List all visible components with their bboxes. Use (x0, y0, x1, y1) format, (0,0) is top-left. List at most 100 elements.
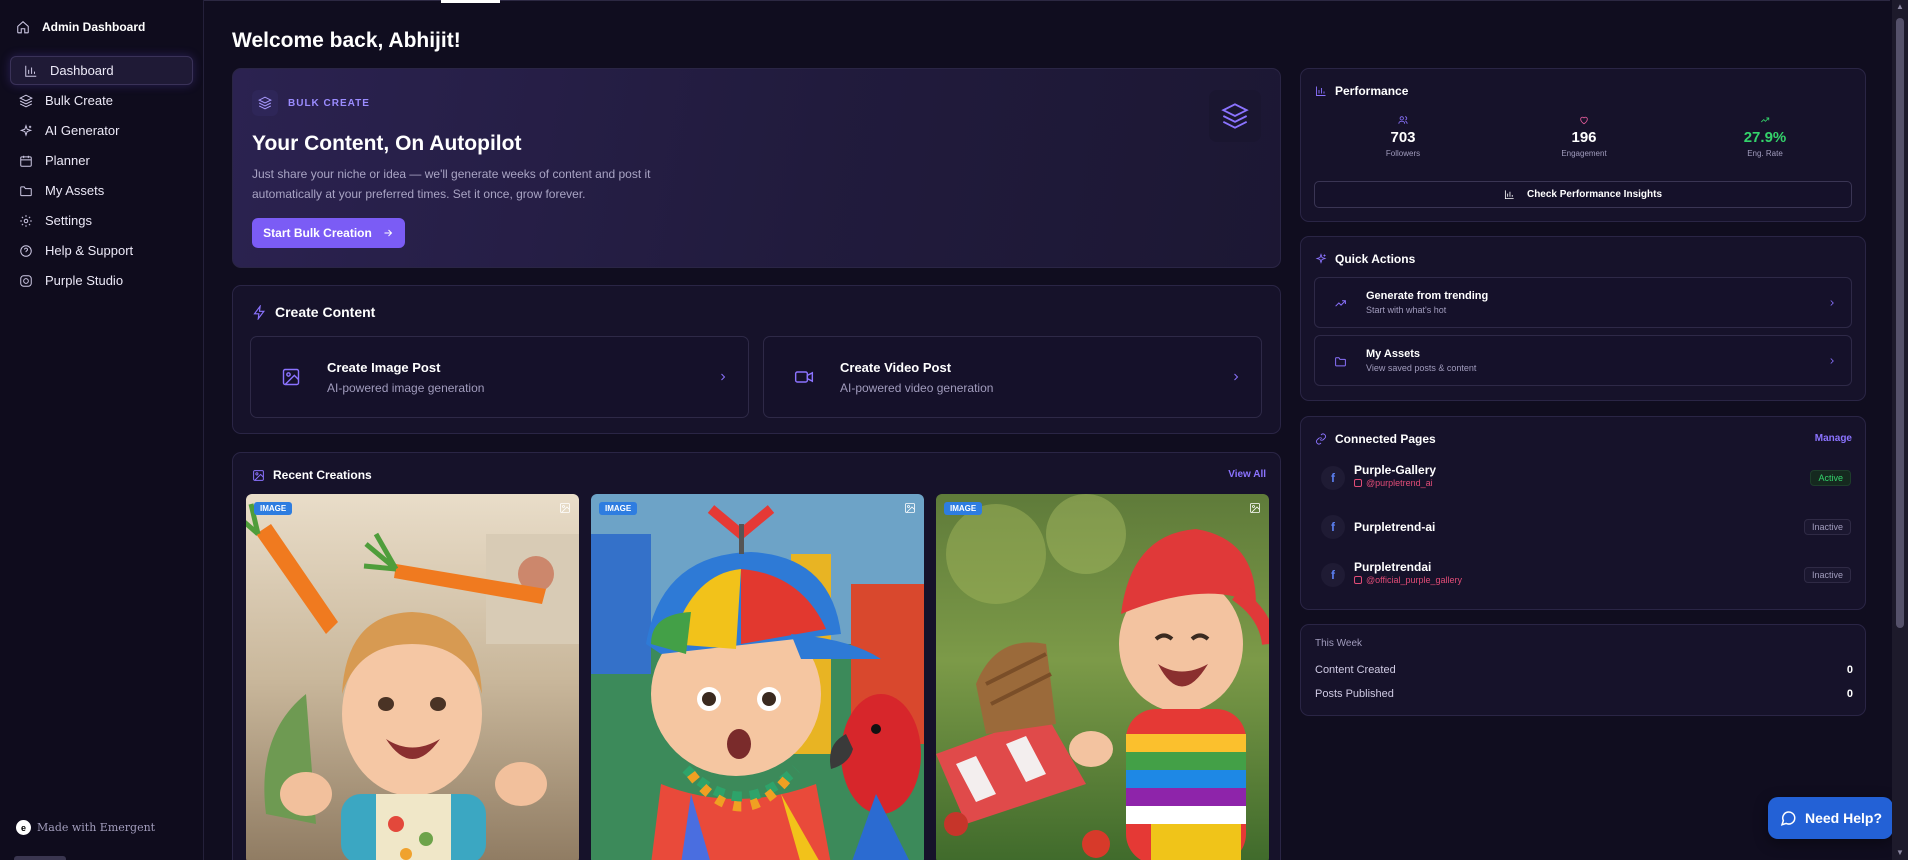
status-badge: Inactive (1803, 519, 1851, 535)
create-video-post-title: Create Video Post (840, 360, 952, 375)
folder-icon (20, 185, 32, 196)
performance-title: Performance (1335, 84, 1409, 98)
recent-creations-header: Recent Creations (252, 468, 372, 482)
sidebar-item-label: Planner (45, 153, 90, 168)
start-bulk-creation-button[interactable]: Start Bulk Creation (252, 218, 405, 248)
arrow-right-icon (384, 229, 393, 237)
sidebar-item-planner[interactable]: Planner (10, 146, 193, 175)
help-circle-icon (20, 244, 32, 257)
instagram-icon (1354, 479, 1362, 487)
page-scrollbar[interactable]: ▲ ▼ (1892, 0, 1908, 860)
instagram-handle-text: @official_purple_gallery (1366, 575, 1463, 585)
create-image-post-card[interactable]: Create Image Post AI-powered image gener… (250, 336, 749, 418)
engagement-rate-stat: 27.9% Eng. Rate (1705, 115, 1825, 158)
users-icon (1398, 116, 1408, 124)
sidebar-item-my-assets[interactable]: My Assets (10, 176, 193, 205)
image-icon (253, 469, 264, 481)
quick-actions-panel: Quick Actions Generate from trending Sta… (1300, 236, 1866, 401)
engagement-stat: 196 Engagement (1524, 115, 1644, 158)
instagram-handle-text: @purpletrend_ai (1366, 478, 1433, 488)
recent-creation-thumbnail[interactable]: IMAGE (591, 494, 924, 860)
gear-icon (20, 214, 32, 227)
brand[interactable]: Admin Dashboard (0, 0, 203, 54)
media-type-badge: IMAGE (599, 502, 638, 515)
sidebar-item-purple-studio[interactable]: Purple Studio (10, 266, 193, 295)
sidebar-item-dashboard[interactable]: Dashboard (10, 56, 193, 85)
create-image-post-subtitle: AI-powered image generation (327, 381, 485, 395)
connected-pages-title: Connected Pages (1335, 432, 1436, 446)
generate-from-trending-action[interactable]: Generate from trending Start with what's… (1314, 277, 1852, 328)
recent-creation-thumbnail[interactable]: IMAGE (936, 494, 1269, 860)
sidebar-item-label: Help & Support (45, 243, 134, 258)
my-assets-subtitle: View saved posts & content (1366, 363, 1477, 373)
sidebar-item-label: My Assets (45, 183, 105, 198)
emergent-logo-icon: e (16, 820, 31, 835)
page-name: Purpletrendai (1354, 560, 1432, 574)
image-icon (560, 503, 570, 513)
connected-pages-header: Connected Pages (1315, 432, 1436, 446)
sidebar: Admin Dashboard Dashboard Bulk Create AI… (0, 0, 204, 860)
posts-published-label: Posts Published (1315, 688, 1394, 700)
hero-badge: BULK CREATE (252, 90, 370, 116)
connected-page-row[interactable]: f Purpletrend-ai Inactive (1321, 509, 1851, 545)
performance-header: Performance (1315, 84, 1408, 98)
instagram-handle: @official_purple_gallery (1354, 575, 1462, 585)
engagement-value: 196 (1571, 129, 1597, 146)
chevron-right-icon (1830, 300, 1834, 306)
quick-actions-header: Quick Actions (1315, 252, 1415, 266)
image-icon (905, 503, 915, 513)
recent-creation-thumbnail[interactable]: IMAGE (246, 494, 579, 860)
sidebar-item-help-support[interactable]: Help & Support (10, 236, 193, 265)
hero-badge-icon-box (252, 90, 278, 116)
connected-page-row[interactable]: f Purple-Gallery @purpletrend_ai Active (1321, 460, 1851, 496)
check-performance-insights-label: Check Performance Insights (1526, 189, 1663, 200)
check-performance-insights-button[interactable]: Check Performance Insights (1314, 181, 1852, 208)
hero-description: Just share your niche or idea — we'll ge… (252, 167, 651, 201)
sidebar-item-ai-generator[interactable]: AI Generator (10, 116, 193, 145)
scrollbar-thumb[interactable] (1896, 18, 1904, 628)
video-icon (794, 371, 814, 383)
layers-icon (19, 94, 33, 107)
create-video-post-card[interactable]: Create Video Post AI-powered video gener… (763, 336, 1262, 418)
this-week-title: This Week (1315, 638, 1363, 649)
create-content-panel: Create Content Create Image Post AI-powe… (232, 285, 1281, 434)
engagement-label: Engagement (1561, 149, 1607, 158)
view-all-link[interactable]: View All (1228, 469, 1266, 480)
followers-value: 703 (1390, 129, 1416, 146)
followers-label: Followers (1385, 149, 1421, 158)
sidebar-item-label: Purple Studio (45, 273, 124, 288)
need-help-label: Need Help? (1804, 810, 1882, 826)
sidebar-item-label: AI Generator (45, 123, 120, 138)
instagram-handle: @purpletrend_ai (1354, 478, 1433, 488)
scroll-up-icon[interactable]: ▲ (1895, 2, 1905, 12)
generate-from-trending-subtitle: Start with what's hot (1366, 305, 1447, 315)
recent-creations-panel: Recent Creations View All IMAGE IMAGE IM… (232, 452, 1281, 860)
bar-chart-icon (1316, 86, 1326, 96)
made-with-badge[interactable]: e Made with Emergent (16, 820, 155, 835)
media-type-badge: IMAGE (254, 502, 293, 515)
need-help-button[interactable]: Need Help? (1768, 797, 1893, 839)
quick-actions-title: Quick Actions (1335, 252, 1416, 266)
brand-title: Admin Dashboard (42, 20, 146, 34)
recent-creations-title: Recent Creations (273, 468, 372, 482)
content-created-value: 0 (1846, 664, 1853, 676)
manage-pages-link[interactable]: Manage (1815, 433, 1852, 444)
page-name: Purple-Gallery (1354, 463, 1437, 477)
sidebar-item-bulk-create[interactable]: Bulk Create (10, 86, 193, 115)
my-assets-title: My Assets (1366, 348, 1421, 360)
sidebar-item-label: Settings (45, 213, 92, 228)
facebook-icon: f (1321, 466, 1345, 490)
lightning-icon (253, 304, 265, 320)
connected-page-row[interactable]: f Purpletrendai @official_purple_gallery… (1321, 557, 1851, 593)
create-content-header: Create Content (252, 304, 375, 320)
facebook-icon: f (1321, 563, 1345, 587)
sidebar-item-settings[interactable]: Settings (10, 206, 193, 235)
sidebar-item-label: Bulk Create (45, 93, 113, 108)
scroll-down-icon[interactable]: ▼ (1895, 848, 1905, 858)
active-tab-indicator (441, 0, 500, 3)
content-created-label: Content Created (1315, 664, 1396, 676)
my-assets-action[interactable]: My Assets View saved posts & content (1314, 335, 1852, 386)
sparkles-icon (19, 123, 33, 137)
instagram-icon (20, 274, 32, 287)
sparkles-icon (1315, 253, 1327, 264)
